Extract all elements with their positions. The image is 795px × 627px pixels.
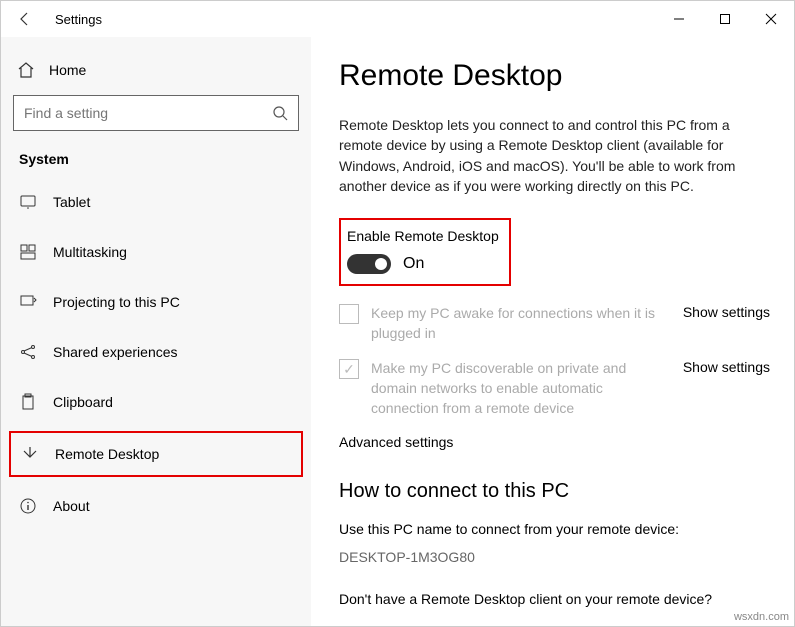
watermark: wsxdn.com (734, 611, 789, 623)
search-input[interactable] (24, 105, 272, 121)
show-settings-link[interactable]: Show settings (683, 359, 770, 375)
checkbox-discoverable[interactable] (339, 359, 359, 379)
titlebar: Settings (1, 1, 794, 37)
sidebar-item-tablet[interactable]: Tablet (9, 181, 303, 223)
about-icon (19, 497, 37, 515)
nav-label: Tablet (53, 194, 90, 210)
home-icon (17, 61, 35, 79)
sidebar: Home System Tablet Multitasking (1, 37, 311, 626)
no-client-text: Don't have a Remote Desktop client on yo… (339, 591, 770, 607)
toggle-state: On (403, 255, 424, 273)
sidebar-item-about[interactable]: About (9, 485, 303, 527)
clipboard-icon (19, 393, 37, 411)
sidebar-item-clipboard[interactable]: Clipboard (9, 381, 303, 423)
remote-desktop-toggle[interactable] (347, 254, 391, 274)
remote-desktop-icon (21, 445, 39, 463)
connect-sub: Use this PC name to connect from your re… (339, 521, 770, 537)
nav-label: Multitasking (53, 244, 127, 260)
settings-window: Settings Home (0, 0, 795, 627)
window-title: Settings (55, 12, 656, 27)
nav-label: Projecting to this PC (53, 294, 180, 310)
nav-label: About (53, 498, 90, 514)
nav-label: Shared experiences (53, 344, 178, 360)
tablet-icon (19, 193, 37, 211)
sidebar-item-projecting[interactable]: Projecting to this PC (9, 281, 303, 323)
page-heading: Remote Desktop (339, 59, 770, 93)
nav-label: Remote Desktop (55, 446, 159, 462)
close-button[interactable] (748, 1, 794, 37)
maximize-button[interactable] (702, 1, 748, 37)
sidebar-item-remote-desktop[interactable]: Remote Desktop (9, 431, 303, 477)
advanced-settings-link[interactable]: Advanced settings (339, 434, 770, 450)
option-discoverable: Make my PC discoverable on private and d… (339, 359, 770, 418)
content: Home System Tablet Multitasking (1, 37, 794, 626)
toggle-row: On (347, 254, 499, 274)
sidebar-item-multitasking[interactable]: Multitasking (9, 231, 303, 273)
search-box[interactable] (13, 95, 299, 131)
pc-name: DESKTOP-1M3OG80 (339, 549, 770, 565)
sidebar-item-shared[interactable]: Shared experiences (9, 331, 303, 373)
show-settings-link[interactable]: Show settings (683, 304, 770, 320)
toggle-knob (375, 258, 387, 270)
enable-remote-desktop-section: Enable Remote Desktop On (339, 218, 511, 286)
checkbox-keep-awake[interactable] (339, 304, 359, 324)
back-button[interactable] (1, 1, 49, 37)
section-header: System (9, 151, 303, 181)
search-icon (272, 105, 288, 121)
option-text: Make my PC discoverable on private and d… (371, 359, 671, 418)
minimize-button[interactable] (656, 1, 702, 37)
option-text: Keep my PC awake for connections when it… (371, 304, 671, 343)
multitasking-icon (19, 243, 37, 261)
intro-text: Remote Desktop lets you connect to and c… (339, 115, 770, 196)
projecting-icon (19, 293, 37, 311)
shared-icon (19, 343, 37, 361)
home-link[interactable]: Home (9, 53, 303, 95)
nav-list: Tablet Multitasking Projecting to this P… (9, 181, 303, 527)
main-panel: Remote Desktop Remote Desktop lets you c… (311, 37, 794, 626)
connect-heading: How to connect to this PC (339, 480, 770, 503)
home-label: Home (49, 62, 86, 78)
nav-label: Clipboard (53, 394, 113, 410)
option-keep-awake: Keep my PC awake for connections when it… (339, 304, 770, 343)
enable-label: Enable Remote Desktop (347, 228, 499, 244)
window-controls (656, 1, 794, 37)
